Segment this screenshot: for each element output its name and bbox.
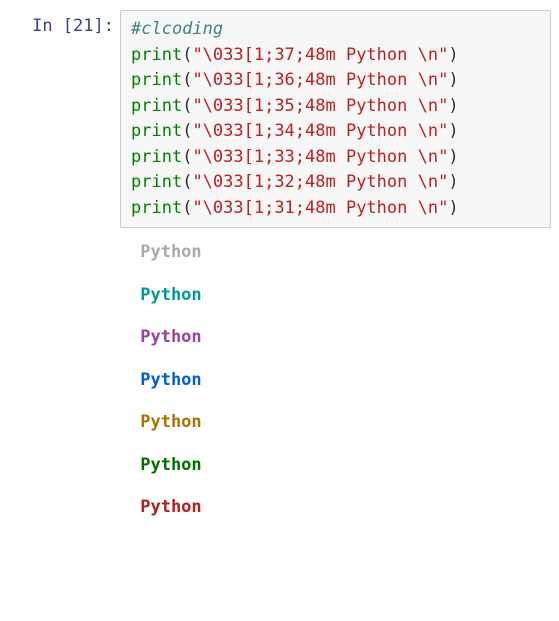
open-paren: ( [182, 121, 192, 141]
input-prompt: In [21]: [8, 10, 120, 228]
output-cell: Python Python Python Python Python Pytho… [8, 228, 551, 540]
print-call: print [131, 172, 182, 192]
close-paren: ) [448, 121, 458, 141]
string-literal: "\033[1;34;48m Python \n" [192, 121, 448, 141]
output-prompt-spacer [8, 228, 120, 540]
string-literal: "\033[1;32;48m Python \n" [192, 172, 448, 192]
close-paren: ) [448, 96, 458, 116]
output-line: Python [130, 455, 212, 475]
print-call: print [131, 198, 182, 218]
output-line: Python [130, 327, 212, 347]
print-call: print [131, 96, 182, 116]
prompt-label: In [21]: [32, 16, 114, 36]
print-call: print [131, 45, 182, 65]
stdout-area: Python Python Python Python Python Pytho… [120, 228, 551, 540]
output-line: Python [130, 370, 212, 390]
code-comment: #clcoding [131, 19, 223, 39]
open-paren: ( [182, 172, 192, 192]
print-call: print [131, 121, 182, 141]
print-call: print [131, 70, 182, 90]
string-literal: "\033[1;35;48m Python \n" [192, 96, 448, 116]
close-paren: ) [448, 45, 458, 65]
close-paren: ) [448, 198, 458, 218]
open-paren: ( [182, 147, 192, 167]
string-literal: "\033[1;37;48m Python \n" [192, 45, 448, 65]
code-input-area[interactable]: #clcoding print("\033[1;37;48m Python \n… [120, 10, 551, 228]
close-paren: ) [448, 172, 458, 192]
open-paren: ( [182, 96, 192, 116]
output-line: Python [130, 242, 212, 262]
string-literal: "\033[1;33;48m Python \n" [192, 147, 448, 167]
string-literal: "\033[1;31;48m Python \n" [192, 198, 448, 218]
open-paren: ( [182, 70, 192, 90]
string-literal: "\033[1;36;48m Python \n" [192, 70, 448, 90]
output-line: Python [130, 497, 212, 517]
open-paren: ( [182, 45, 192, 65]
open-paren: ( [182, 198, 192, 218]
close-paren: ) [448, 70, 458, 90]
input-cell: In [21]: #clcoding print("\033[1;37;48m … [8, 10, 551, 228]
close-paren: ) [448, 147, 458, 167]
output-line: Python [130, 285, 212, 305]
print-call: print [131, 147, 182, 167]
output-line: Python [130, 412, 212, 432]
